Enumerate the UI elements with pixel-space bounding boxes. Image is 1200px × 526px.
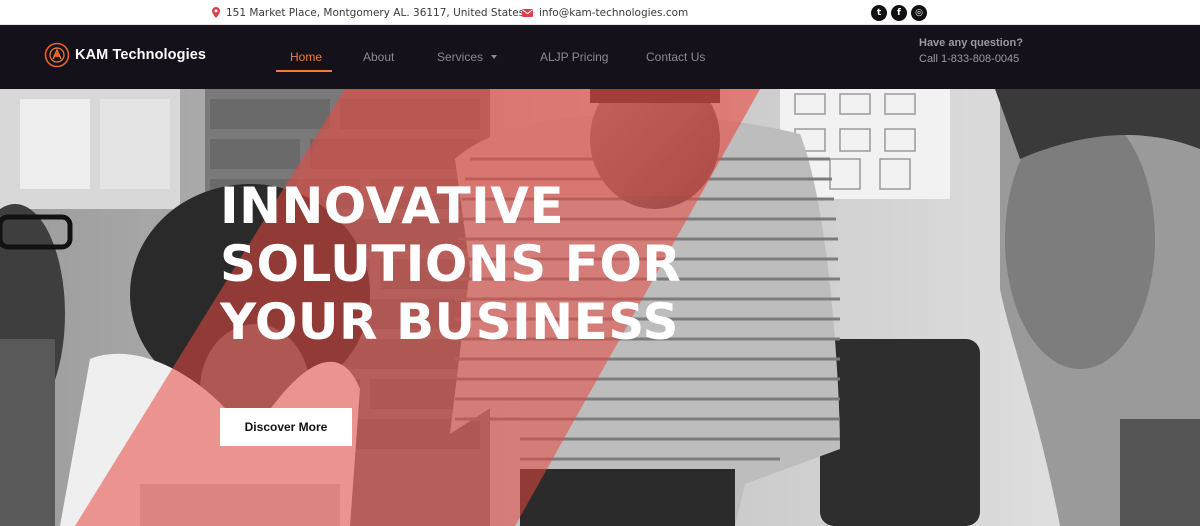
nav-home[interactable]: Home [290, 25, 322, 89]
nav-services-label: Services [437, 50, 484, 64]
contact-question: Have any question? Call 1-833-808-0045 [919, 36, 1023, 67]
question-title: Have any question? [919, 37, 1023, 49]
headline-line-3: YOUR BUSINESS [220, 293, 680, 351]
nav-services[interactable]: Services [437, 25, 498, 89]
logo-icon [44, 42, 70, 68]
top-info-bar: 151 Market Place, Montgomery AL. 36117, … [0, 0, 1200, 25]
nav-aljp-pricing[interactable]: ALJP Pricing [540, 25, 608, 89]
logo[interactable]: KAM Technologies [44, 42, 206, 68]
facebook-icon[interactable]: f [891, 5, 907, 21]
nav-about[interactable]: About [363, 25, 394, 89]
phone-number[interactable]: Call 1-833-808-0045 [919, 52, 1023, 67]
hero-headline: INNOVATIVE SOLUTIONS FOR YOUR BUSINESS [220, 177, 681, 351]
main-navigation: KAM Technologies Home About Services ALJ… [0, 25, 1200, 89]
headline-line-2: SOLUTIONS FOR [220, 235, 682, 293]
email-info[interactable]: info@kam-technologies.com [522, 0, 688, 25]
address-info: 151 Market Place, Montgomery AL. 36117, … [212, 0, 524, 25]
chevron-down-icon [491, 55, 498, 59]
discover-more-button[interactable]: Discover More [220, 408, 352, 446]
map-pin-icon [212, 7, 220, 18]
nav-contact-us[interactable]: Contact Us [646, 25, 705, 89]
instagram-icon[interactable]: ◎ [911, 5, 927, 21]
email-link[interactable]: info@kam-technologies.com [539, 7, 688, 19]
hero-section: INNOVATIVE SOLUTIONS FOR YOUR BUSINESS D… [0, 89, 1200, 526]
social-links: t f ◎ [871, 5, 927, 21]
brand-name: KAM Technologies [75, 47, 207, 63]
address-text: 151 Market Place, Montgomery AL. 36117, … [226, 6, 525, 19]
headline-line-1: INNOVATIVE [220, 177, 565, 235]
twitter-icon[interactable]: t [871, 5, 887, 21]
active-indicator [276, 70, 332, 72]
envelope-icon [522, 8, 533, 17]
